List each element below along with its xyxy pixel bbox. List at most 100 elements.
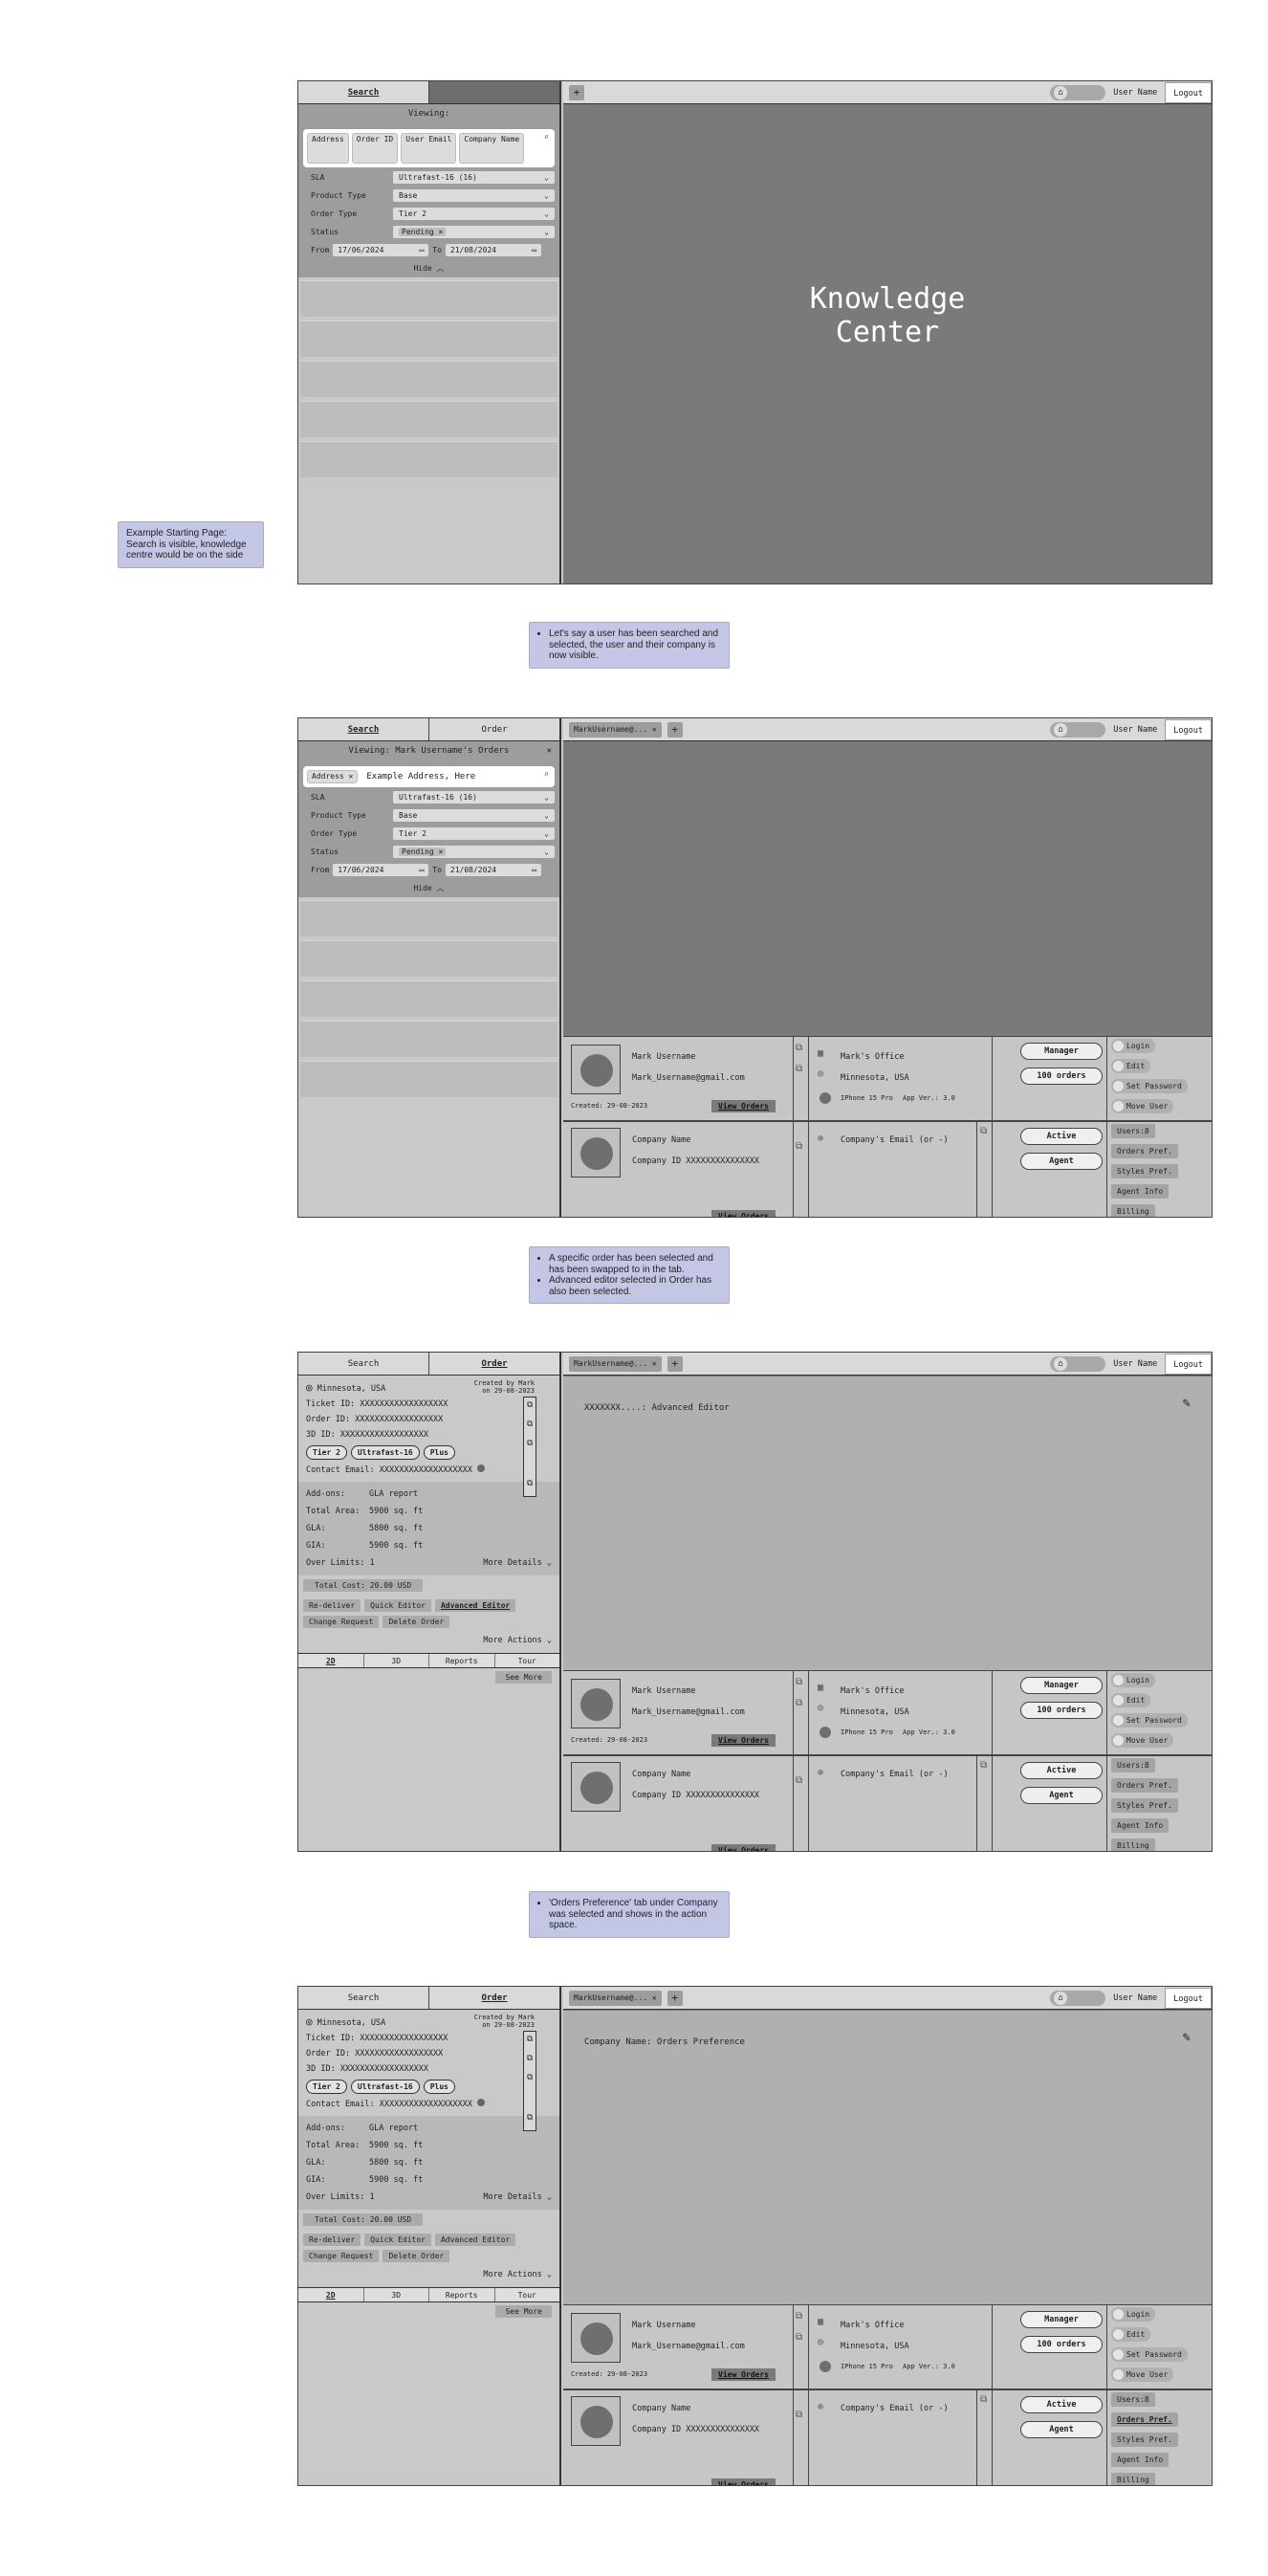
delete-order-button[interactable]: Delete Order [383,1616,450,1628]
result-card[interactable] [300,361,557,397]
quick-editor-button[interactable]: Quick Editor [364,2234,431,2246]
tab-reports[interactable]: Reports [428,1654,494,1667]
copy-icon[interactable]: ⧉ [796,1698,802,1708]
chip-user-email[interactable]: User Email [401,133,457,164]
agent-info-item[interactable]: Agent Info [1111,1818,1170,1833]
result-card[interactable] [300,441,557,477]
tab-2d[interactable]: 2D [298,2288,363,2301]
move-user-item[interactable]: Move User [1111,1733,1174,1748]
status-pill[interactable]: Pending × [399,228,447,236]
view-orders-button[interactable]: View Orders [711,1844,776,1851]
copy-icon[interactable]: ⧉ [796,1043,802,1053]
home-toggle[interactable]: ⌂ [1050,1356,1106,1372]
quick-editor-button[interactable]: Quick Editor [364,1599,431,1612]
copy-icon[interactable]: ⧉ [524,2032,536,2051]
product-type-select[interactable]: Base ⌄ [393,189,555,202]
close-icon[interactable]: ✕ [652,1993,657,2002]
edit-icon[interactable]: ✎ [1183,1396,1191,1411]
chip-address[interactable]: Address [307,133,349,164]
copy-icon[interactable]: ⧉ [796,2410,802,2420]
tab-3d[interactable]: 3D [362,2288,429,2301]
active-button[interactable]: Active [1020,2396,1103,2413]
result-card[interactable] [300,1061,557,1097]
copy-icon[interactable]: ⧉ [980,1760,987,1771]
hide-filters-toggle[interactable]: Hide ︿ [303,258,555,274]
status-select[interactable]: Pending × ⌄ [393,226,555,238]
tab-tour[interactable]: Tour [493,1654,560,1667]
copy-icon[interactable]: ⧉ [796,1677,802,1687]
styles-pref-item[interactable]: Styles Pref. [1111,1164,1178,1178]
manager-button[interactable]: Manager [1020,2311,1103,2328]
status-select[interactable]: Pending × ⌄ [393,846,555,858]
change-request-button[interactable]: Change Request [303,1616,380,1628]
copy-icon[interactable]: ⧉ [524,1455,536,1491]
result-card[interactable] [300,401,557,437]
manager-button[interactable]: Manager [1020,1677,1103,1694]
copy-icon[interactable]: ⧉ [524,2051,536,2070]
agent-button[interactable]: Agent [1020,2421,1103,2438]
copy-icon[interactable]: ⧉ [796,1064,802,1074]
chip-order-id[interactable]: Order ID [351,133,399,164]
orders-pref-item[interactable]: Orders Pref. [1111,1144,1178,1158]
tab-2d[interactable]: 2D [298,1654,363,1667]
copy-icon[interactable]: ⧉ [524,1436,536,1455]
change-request-button[interactable]: Change Request [303,2250,380,2262]
user-tab[interactable]: MarkUsername@... ✕ [569,1355,662,1372]
set-password-item[interactable]: Set Password [1111,1713,1188,1728]
sla-select[interactable]: Ultrafast-16 (16) ⌄ [393,791,555,804]
new-tab-button[interactable]: + [667,1355,683,1372]
tab-search[interactable]: Search [298,718,428,740]
logout-button[interactable]: Logout [1165,1988,1212,2009]
copy-icon[interactable]: ⧉ [980,2394,987,2405]
more-actions-toggle[interactable]: More Actions ⌄ [298,1632,559,1649]
user-tab[interactable]: MarkUsername@... ✕ [569,1990,662,2006]
users-item[interactable]: Users:8 [1111,1124,1155,1138]
new-tab-button[interactable]: + [667,1990,683,2006]
order-type-select[interactable]: Tier 2 ⌄ [393,827,555,840]
advanced-editor-button[interactable]: Advanced Editor [434,2234,516,2246]
styles-pref-item[interactable]: Styles Pref. [1111,1798,1178,1813]
tab-order[interactable]: Order [428,1353,559,1375]
delete-order-button[interactable]: Delete Order [383,2250,450,2262]
view-orders-button[interactable]: View Orders [711,1100,776,1112]
orders-pref-item[interactable]: Orders Pref. [1111,2412,1178,2427]
active-button[interactable]: Active [1020,1128,1103,1145]
status-pill[interactable]: Pending × [399,848,447,856]
close-icon[interactable]: ✕ [652,1359,657,1368]
copy-icon[interactable]: ⧉ [796,2332,802,2343]
from-date-input[interactable]: 17/06/2024 ▭ [333,864,429,876]
search-input[interactable]: Address Order ID User Email Company Name… [303,129,555,167]
tab-tour[interactable]: Tour [493,2288,560,2301]
edit-item[interactable]: Edit [1111,1693,1151,1707]
agent-button[interactable]: Agent [1020,1153,1103,1170]
home-toggle[interactable]: ⌂ [1050,1991,1106,2006]
view-orders-button[interactable]: View Orders [711,2368,776,2381]
copy-icon[interactable]: ⧉ [796,1141,802,1152]
new-tab-button[interactable]: + [667,721,683,738]
logout-button[interactable]: Logout [1165,719,1212,740]
styles-pref-item[interactable]: Styles Pref. [1111,2433,1178,2447]
redeliver-button[interactable]: Re-deliver [303,1599,361,1612]
result-card[interactable] [300,980,557,1017]
order-type-select[interactable]: Tier 2 ⌄ [393,208,555,220]
result-card[interactable] [300,900,557,936]
copy-icon[interactable]: ⧉ [796,2311,802,2322]
login-item[interactable]: Login [1111,2307,1156,2322]
agent-info-item[interactable]: Agent Info [1111,1184,1170,1199]
search-input[interactable]: Address ✕ Example Address, Here ⌕ [303,766,555,787]
tab-order[interactable]: Order [428,1987,559,2009]
orders-count-button[interactable]: 100 orders [1020,1068,1103,1085]
see-more-button[interactable]: See More [495,1671,552,1684]
billing-item[interactable]: Billing [1111,2473,1155,2485]
manager-button[interactable]: Manager [1020,1043,1103,1060]
new-tab-button[interactable]: + [569,84,584,100]
home-toggle[interactable]: ⌂ [1050,85,1106,100]
see-more-button[interactable]: See More [495,2305,552,2318]
tab-search[interactable]: Search [298,81,428,103]
copy-icon[interactable]: ⧉ [524,1417,536,1436]
copy-icon[interactable]: ⧉ [524,2070,536,2089]
edit-item[interactable]: Edit [1111,2327,1151,2342]
copy-icon[interactable]: ⧉ [524,2089,536,2125]
tab-order[interactable]: Order [428,718,559,740]
orders-pref-item[interactable]: Orders Pref. [1111,1778,1178,1793]
